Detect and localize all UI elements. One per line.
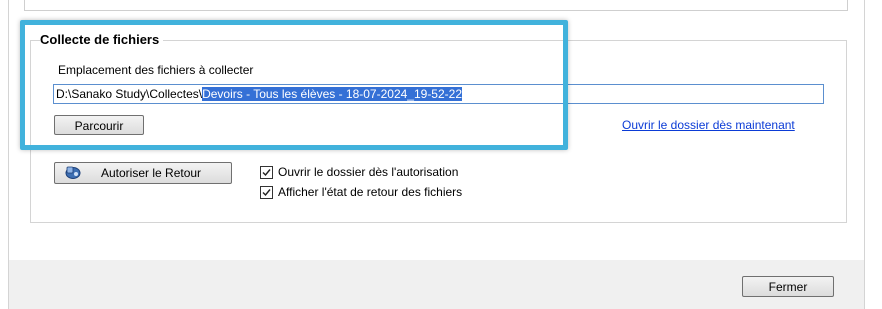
top-panel <box>24 0 848 11</box>
dialog-footer <box>8 260 865 309</box>
group-title: Collecte de fichiers <box>40 32 164 47</box>
checkbox-box[interactable] <box>260 186 273 199</box>
return-icon <box>64 165 82 180</box>
checkbox-label: Ouvrir le dossier dès l'autorisation <box>278 165 459 179</box>
allow-return-button[interactable]: Autoriser le Retour <box>54 162 232 184</box>
checkmark-icon <box>262 169 271 177</box>
path-selected-text: Devoirs - Tous les élèves - 18-07-2024_1… <box>202 87 462 101</box>
allow-return-label: Autoriser le Retour <box>101 166 202 180</box>
path-input[interactable]: D:\Sanako Study\Collectes\Devoirs - Tous… <box>53 84 824 104</box>
checkmark-icon <box>262 189 271 197</box>
browse-button[interactable]: Parcourir <box>54 115 144 135</box>
checkbox-box[interactable] <box>260 166 273 179</box>
open-folder-now-link[interactable]: Ouvrir le dossier dès maintenant <box>622 118 795 132</box>
checkbox-label: Afficher l'état de retour des fichiers <box>278 185 463 199</box>
path-prefix: D:\Sanako Study\Collectes\ <box>56 87 203 101</box>
close-button[interactable]: Fermer <box>742 276 834 297</box>
path-label: Emplacement des fichiers à collecter <box>58 63 254 77</box>
